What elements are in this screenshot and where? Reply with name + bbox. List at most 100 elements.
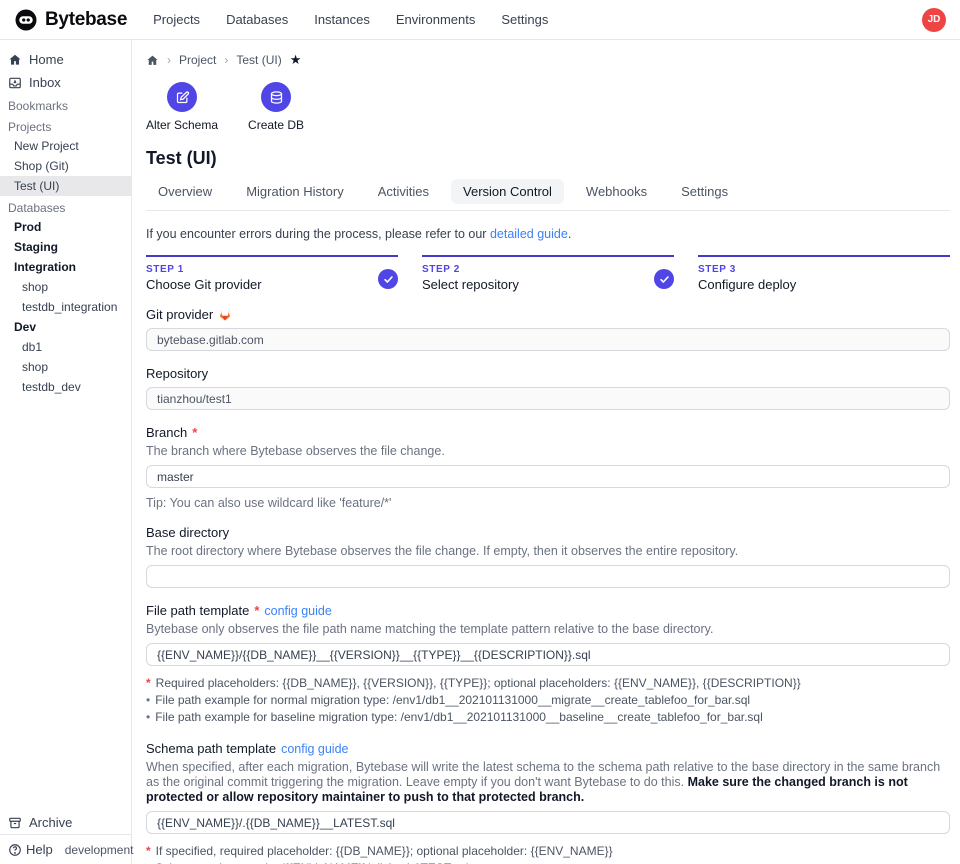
quick-actions: Alter Schema Create DB <box>146 82 950 132</box>
branch-desc: The branch where Bytebase observes the f… <box>146 444 950 459</box>
help-icon[interactable] <box>8 843 22 857</box>
repository-field: Repository <box>146 366 950 410</box>
tab-overview[interactable]: Overview <box>146 179 224 204</box>
alter-schema-button[interactable]: Alter Schema <box>146 82 218 132</box>
note-text: File path example for baseline migration… <box>155 709 763 726</box>
note-text: File path example for normal migration t… <box>155 692 750 709</box>
breadcrumb-home-icon[interactable] <box>146 54 159 67</box>
sidebar-item-shop-git[interactable]: Shop (Git) <box>0 156 131 176</box>
required-asterisk: * <box>254 603 259 618</box>
bullet: • <box>146 692 150 709</box>
page-title: Test (UI) <box>146 148 950 169</box>
sidebar-item-dev[interactable]: Dev <box>0 317 131 337</box>
base-directory-input[interactable] <box>146 565 950 588</box>
step-number-label: STEP 3 <box>698 264 950 275</box>
user-avatar[interactable]: JD <box>922 8 946 32</box>
step-number-label: STEP 2 <box>422 264 674 275</box>
breadcrumb: › Project › Test (UI) ★ <box>146 52 950 68</box>
archive-label: Archive <box>29 815 72 830</box>
sidebar-item-archive[interactable]: Archive <box>0 811 131 834</box>
file-path-template-label: File path template <box>146 603 249 618</box>
sidebar-item-home[interactable]: Home <box>0 48 131 71</box>
file-path-template-input[interactable] <box>146 643 950 666</box>
sidebar: HomeInboxBookmarksProjectsNew ProjectSho… <box>0 40 132 864</box>
nav-link-environments[interactable]: Environments <box>396 12 475 27</box>
branch-field: Branch * The branch where Bytebase obser… <box>146 425 950 510</box>
sidebar-bottom: Archive Help development <box>0 811 131 864</box>
sidebar-list: HomeInboxBookmarksProjectsNew ProjectSho… <box>0 48 131 811</box>
tab-settings[interactable]: Settings <box>669 179 740 204</box>
bullet: • <box>146 860 150 864</box>
note-line: • File path example for normal migration … <box>146 692 950 709</box>
step-title: Configure deploy <box>698 277 950 292</box>
nav-link-instances[interactable]: Instances <box>314 12 370 27</box>
tab-webhooks[interactable]: Webhooks <box>574 179 659 204</box>
sidebar-item-staging[interactable]: Staging <box>0 237 131 257</box>
file-path-template-field: File path template * config guide Byteba… <box>146 603 950 726</box>
schema-path-template-field: Schema path template config guide When s… <box>146 741 950 864</box>
sidebar-item-new-project[interactable]: New Project <box>0 136 131 156</box>
step-title: Select repository <box>422 277 674 292</box>
intro-text: If you encounter errors during the proce… <box>146 227 486 241</box>
sidebar-item-shop[interactable]: shop <box>0 277 131 297</box>
tab-migration-history[interactable]: Migration History <box>234 179 356 204</box>
top-navbar: Bytebase Projects Databases Instances Envir… <box>0 0 960 40</box>
schema-path-template-input[interactable] <box>146 811 950 834</box>
sidebar-item-integration[interactable]: Integration <box>0 257 131 277</box>
schema-path-template-label: Schema path template <box>146 741 276 756</box>
breadcrumb-project[interactable]: Project <box>179 53 216 67</box>
archive-icon <box>8 816 22 830</box>
sidebar-header-bookmarks: Bookmarks <box>0 94 131 115</box>
edit-schema-icon <box>167 82 197 112</box>
note-line: • File path example for baseline migratio… <box>146 709 950 726</box>
note-text: Schema path example: /{{ENV_NAME}}/.db1_… <box>155 860 468 864</box>
sidebar-header-databases: Databases <box>0 196 131 217</box>
sidebar-item-testdb-dev[interactable]: testdb_dev <box>0 377 131 397</box>
detailed-guide-link[interactable]: detailed guide <box>490 227 568 241</box>
step-3: STEP 3 Configure deploy <box>698 255 950 292</box>
tab-activities[interactable]: Activities <box>366 179 441 204</box>
repository-input[interactable] <box>146 387 950 410</box>
required-asterisk: * <box>146 843 151 860</box>
sidebar-item-inbox[interactable]: Inbox <box>0 71 131 94</box>
breadcrumb-current: Test (UI) <box>236 53 281 67</box>
breadcrumb-separator: › <box>224 53 228 67</box>
git-provider-label: Git provider <box>146 307 213 322</box>
file-path-notes: *Required placeholders: {{DB_NAME}}, {{V… <box>146 675 950 726</box>
git-provider-field: Git provider <box>146 307 950 351</box>
sidebar-item-prod[interactable]: Prod <box>0 217 131 237</box>
inbox-icon <box>8 76 22 90</box>
schema-path-notes: *If specified, required placeholder: {{D… <box>146 843 950 864</box>
tab-version-control[interactable]: Version Control <box>451 179 564 204</box>
branch-input[interactable] <box>146 465 950 488</box>
sidebar-item-test-ui[interactable]: Test (UI) <box>0 176 131 196</box>
git-provider-input[interactable] <box>146 328 950 351</box>
favorite-star-icon[interactable]: ★ <box>290 52 302 68</box>
brand[interactable]: Bytebase <box>14 8 127 32</box>
main-nav: Projects Databases Instances Environments Se… <box>153 12 548 27</box>
repository-label: Repository <box>146 366 208 381</box>
nav-link-settings[interactable]: Settings <box>501 12 548 27</box>
sidebar-header-projects: Projects <box>0 115 131 136</box>
file-path-config-guide-link[interactable]: config guide <box>264 604 331 618</box>
create-db-button[interactable]: Create DB <box>248 82 304 132</box>
bullet: • <box>146 709 150 726</box>
tab-bar: Overview Migration History Activities Versi… <box>146 179 950 211</box>
step-done-check-icon <box>654 269 674 289</box>
nav-link-databases[interactable]: Databases <box>226 12 288 27</box>
sidebar-item-db1[interactable]: db1 <box>0 337 131 357</box>
schema-path-template-desc: When specified, after each migration, By… <box>146 760 950 805</box>
help-button[interactable]: Help <box>26 842 53 857</box>
note-text: Required placeholders: {{DB_NAME}}, {{VE… <box>156 675 801 692</box>
sidebar-item-shop[interactable]: shop <box>0 357 131 377</box>
step-2: STEP 2 Select repository <box>422 255 674 292</box>
required-asterisk: * <box>192 425 197 440</box>
schema-path-config-guide-link[interactable]: config guide <box>281 742 348 756</box>
sidebar-item-testdb-integration[interactable]: testdb_integration <box>0 297 131 317</box>
release-channel: development <box>65 843 134 857</box>
nav-link-projects[interactable]: Projects <box>153 12 200 27</box>
base-directory-desc: The root directory where Bytebase observ… <box>146 544 950 559</box>
breadcrumb-separator: › <box>167 53 171 67</box>
alter-schema-label: Alter Schema <box>146 118 218 132</box>
note-line: • Schema path example: /{{ENV_NAME}}/.db1… <box>146 860 950 864</box>
